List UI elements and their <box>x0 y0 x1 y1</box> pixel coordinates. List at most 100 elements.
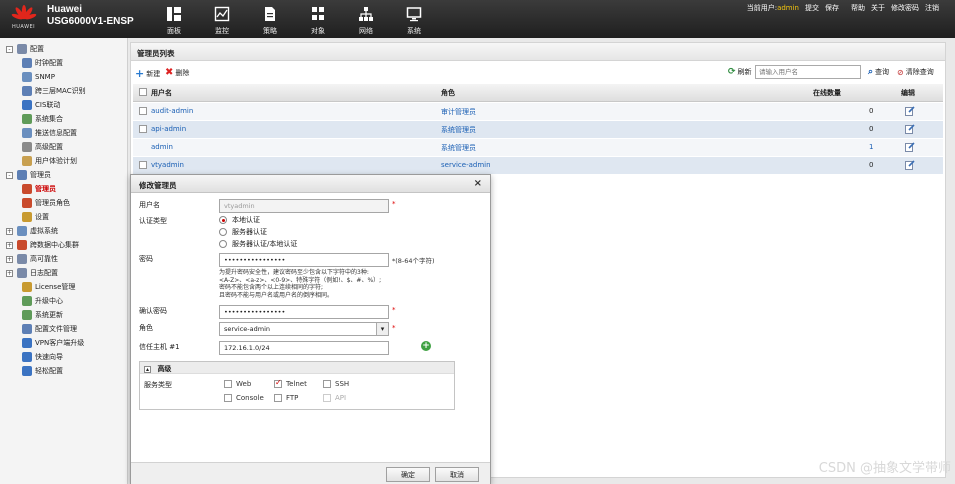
sidebar-item[interactable]: 推送信息配置 <box>22 126 77 140</box>
edit-icon[interactable] <box>905 160 915 170</box>
role-link[interactable]: 审计管理员 <box>441 107 476 117</box>
sidebar-item[interactable]: + 高可靠性 <box>6 252 58 266</box>
advanced-header[interactable]: ▴ 高级 <box>140 362 454 374</box>
sidebar-item[interactable]: 配置文件管理 <box>22 322 77 336</box>
sidebar-item[interactable]: - 管理员 <box>6 168 51 182</box>
tree-node-icon <box>22 310 32 320</box>
refresh-button[interactable]: ⟳ 刷新 <box>728 67 752 77</box>
service-console-checkbox[interactable]: Console <box>224 394 264 402</box>
expand-icon[interactable]: + <box>6 269 13 277</box>
system-icon <box>406 7 422 22</box>
sidebar-item[interactable]: - 配置 <box>6 42 44 56</box>
table-row[interactable]: vtyadmin service-admin 0 <box>133 157 943 175</box>
row-checkbox[interactable] <box>139 125 147 133</box>
ok-button[interactable]: 确定 <box>386 467 430 482</box>
expand-icon[interactable]: + <box>6 227 13 235</box>
query-button[interactable]: ⌕ 查询 <box>868 67 889 77</box>
confirm-password-field[interactable] <box>219 305 389 319</box>
sidebar-item-label: 管理员 <box>35 185 56 193</box>
search-input[interactable] <box>755 65 861 79</box>
column-header[interactable]: 编辑 <box>901 88 915 98</box>
add-host-icon[interactable]: + <box>421 341 431 351</box>
service-ftp-checkbox[interactable]: FTP <box>274 394 298 402</box>
service-ssh-checkbox[interactable]: SSH <box>323 380 349 388</box>
delete-icon: ✖ <box>165 67 174 78</box>
sidebar-item[interactable]: VPN客户端升级 <box>22 336 84 350</box>
auth-server-local-radio[interactable]: 服务器认证/本地认证 <box>219 239 297 249</box>
username-link[interactable]: api-admin <box>151 125 186 133</box>
radio-label: 本地认证 <box>232 216 260 224</box>
role-link[interactable]: 系统管理员 <box>441 143 476 153</box>
sidebar-item[interactable]: + 虚拟系统 <box>6 224 58 238</box>
sidebar-item[interactable]: CIS联动 <box>22 98 60 112</box>
role-link[interactable]: service-admin <box>441 161 491 169</box>
sidebar-item[interactable]: + 日志配置 <box>6 266 58 280</box>
auth-server-radio[interactable]: 服务器认证 <box>219 227 267 237</box>
sidebar-item[interactable]: + 跨数据中心集群 <box>6 238 79 252</box>
help-link[interactable]: 帮助 <box>851 3 865 13</box>
edit-icon[interactable] <box>905 124 915 134</box>
role-select[interactable]: service-admin ▾ <box>219 322 389 336</box>
sidebar-item[interactable]: 跨三层MAC识别 <box>22 84 86 98</box>
sidebar-item[interactable]: 管理员 <box>22 182 56 196</box>
nav-system[interactable]: 系统 <box>390 0 438 38</box>
required-mark: * <box>392 324 396 332</box>
sidebar-item[interactable]: 设置 <box>22 210 49 224</box>
sidebar-item[interactable]: 管理员角色 <box>22 196 70 210</box>
logout-link[interactable]: 注销 <box>925 3 939 13</box>
sidebar-item[interactable]: SNMP <box>22 70 55 84</box>
column-header[interactable]: 用户名 <box>151 88 172 98</box>
password-field[interactable] <box>219 253 389 267</box>
nav-object[interactable]: 对象 <box>294 0 342 38</box>
table-row[interactable]: api-admin 系统管理员 0 <box>133 121 943 139</box>
add-button[interactable]: + 新建 <box>135 67 160 80</box>
username-link[interactable]: audit-admin <box>151 107 193 115</box>
collapse-icon[interactable]: - <box>6 45 13 53</box>
service-telnet-checkbox[interactable]: Telnet <box>274 378 307 388</box>
row-checkbox[interactable] <box>139 161 147 169</box>
about-link[interactable]: 关于 <box>871 3 885 13</box>
table-row[interactable]: audit-admin 审计管理员 0 <box>133 103 943 121</box>
auth-local-radio[interactable]: 本地认证 <box>219 215 260 225</box>
sidebar-item[interactable]: 快速向导 <box>22 350 63 364</box>
sidebar-item[interactable]: License管理 <box>22 280 75 294</box>
cancel-button[interactable]: 取消 <box>435 467 479 482</box>
save-link[interactable]: 保存 <box>825 3 839 13</box>
nav-monitor[interactable]: 监控 <box>198 0 246 38</box>
nav-dashboard[interactable]: 面板 <box>150 0 198 38</box>
username-link[interactable]: admin <box>151 143 173 151</box>
sidebar-item[interactable]: 系统更新 <box>22 308 63 322</box>
sidebar-item[interactable]: 系统集合 <box>22 112 63 126</box>
delete-button[interactable]: ✖ 删除 <box>165 67 189 78</box>
sidebar-item-label: 快速向导 <box>35 353 63 361</box>
close-icon[interactable]: × <box>474 178 482 189</box>
edit-icon[interactable] <box>905 106 915 116</box>
sidebar-item[interactable]: 时钟配置 <box>22 56 63 70</box>
sidebar-item[interactable]: 高级配置 <box>22 140 63 154</box>
trusted-host-field[interactable] <box>219 341 389 355</box>
nav-network[interactable]: 网络 <box>342 0 390 38</box>
change-password-link[interactable]: 修改密码 <box>891 3 919 13</box>
column-header[interactable]: 在线数量 <box>813 88 841 98</box>
object-icon <box>312 7 324 20</box>
checkbox-label: API <box>335 394 347 402</box>
select-all-checkbox[interactable] <box>139 88 147 96</box>
edit-icon[interactable] <box>905 142 915 152</box>
collapse-icon[interactable]: - <box>6 171 13 179</box>
commit-link[interactable]: 提交 <box>805 3 819 13</box>
clear-query-button[interactable]: ⊘ 清除查询 <box>897 67 934 77</box>
table-row[interactable]: admin 系统管理员 1 <box>133 139 943 157</box>
expand-icon[interactable]: + <box>6 241 13 249</box>
username-link[interactable]: vtyadmin <box>151 161 184 169</box>
expand-icon[interactable]: + <box>6 255 13 263</box>
row-checkbox[interactable] <box>139 107 147 115</box>
sidebar-item-label: 系统集合 <box>35 115 63 123</box>
service-web-checkbox[interactable]: Web <box>224 380 251 388</box>
sidebar-item[interactable]: 用户体验计划 <box>22 154 77 168</box>
nav-policy[interactable]: 策略 <box>246 0 294 38</box>
role-link[interactable]: 系统管理员 <box>441 125 476 135</box>
username-field[interactable] <box>219 199 389 213</box>
column-header[interactable]: 角色 <box>441 88 455 98</box>
sidebar-item[interactable]: 升级中心 <box>22 294 63 308</box>
sidebar-item[interactable]: 轻松配置 <box>22 364 63 378</box>
